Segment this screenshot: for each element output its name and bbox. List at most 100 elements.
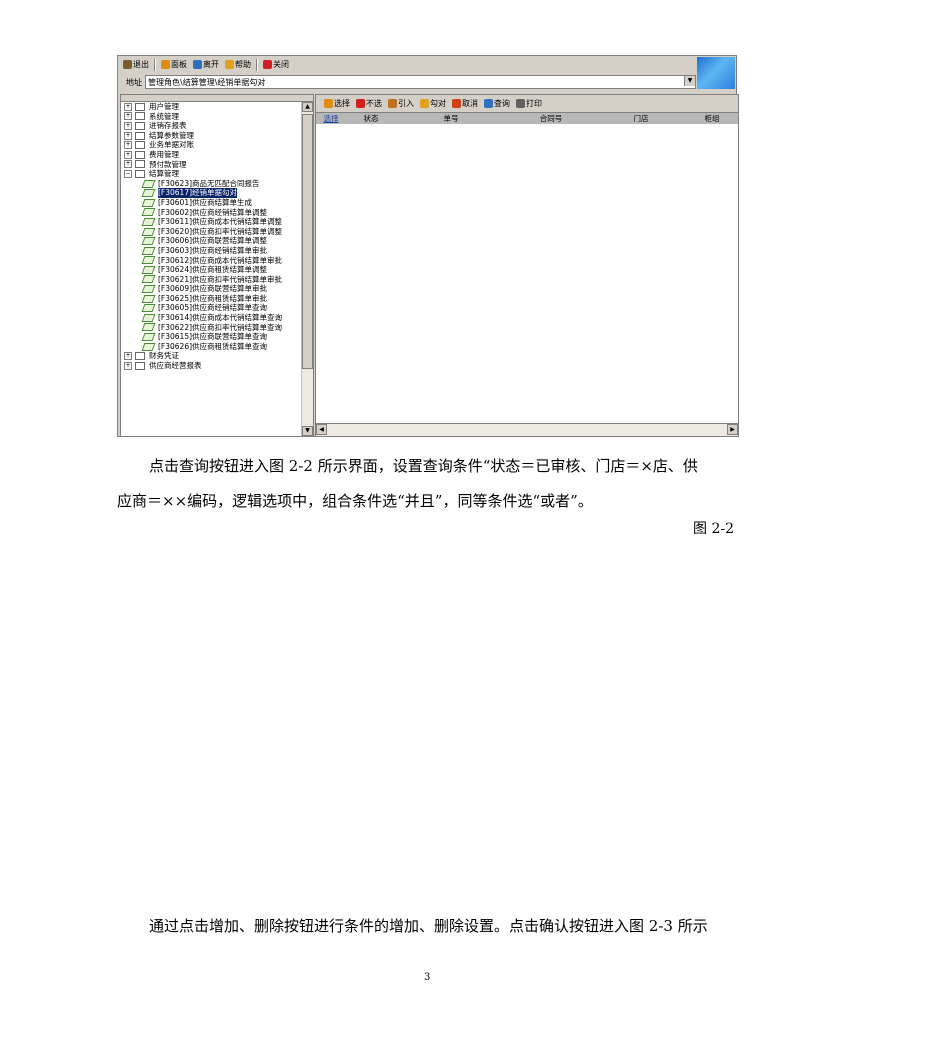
tree-group-label: 系统管理 bbox=[149, 111, 179, 121]
tree-group[interactable]: + 系统管理 bbox=[121, 112, 302, 122]
tree-leaf[interactable]: [F30606]供应商联营结算单调整 bbox=[121, 236, 302, 246]
cancel-icon bbox=[452, 99, 461, 108]
tree-group[interactable]: + 业务单据对账 bbox=[121, 140, 302, 150]
tree-leaf[interactable]: [F30623]商品无匹配合同报告 bbox=[121, 179, 302, 189]
tree-leaf[interactable]: [F30624]供应商租赁结算单调整 bbox=[121, 265, 302, 275]
column-header[interactable]: 门店 bbox=[596, 113, 686, 124]
tree-leaf[interactable]: [F30626]供应商租赁结算单查询 bbox=[121, 342, 302, 352]
grid-toolbar-button-4[interactable]: 取消 bbox=[450, 97, 480, 111]
tree-group[interactable]: + 预付款管理 bbox=[121, 160, 302, 170]
grid-toolbar-button-0[interactable]: 选择 bbox=[322, 97, 352, 111]
tree-group[interactable]: + 结算参数管理 bbox=[121, 131, 302, 141]
toolbar-separator bbox=[154, 58, 156, 71]
tree-header bbox=[121, 95, 313, 102]
scroll-right-icon[interactable]: ▶ bbox=[727, 424, 738, 435]
tree-group-label: 用户管理 bbox=[149, 102, 179, 111]
expand-icon[interactable]: + bbox=[124, 121, 132, 130]
grid-toolbar-button-5[interactable]: 查询 bbox=[482, 97, 512, 111]
report-icon bbox=[141, 323, 156, 332]
tree-group[interactable]: + 供应商经营报表 bbox=[121, 361, 302, 371]
expand-icon[interactable]: + bbox=[124, 102, 132, 111]
grid-toolbar-button-label: 引入 bbox=[398, 99, 414, 108]
tree-group[interactable]: − 结算管理 bbox=[121, 169, 302, 179]
tree-group-label: 费用管理 bbox=[149, 149, 179, 159]
grid-toolbar-button-label: 取消 bbox=[462, 99, 478, 108]
scroll-down-icon[interactable]: ▼ bbox=[302, 426, 313, 436]
tree-leaf[interactable]: [F30622]供应商扣率代销结算单查询 bbox=[121, 323, 302, 333]
toolbar-button-0[interactable]: 退出 bbox=[121, 58, 151, 72]
tree-leaf[interactable]: [F30621]供应商扣率代销结算单审批 bbox=[121, 275, 302, 285]
tree-leaf[interactable]: [F30615]供应商联营结算单查询 bbox=[121, 332, 302, 342]
toolbar-button-2[interactable]: 离开 bbox=[191, 58, 221, 72]
scroll-left-icon[interactable]: ◀ bbox=[316, 424, 327, 435]
chevron-down-icon[interactable]: ▼ bbox=[684, 76, 695, 86]
tree-group[interactable]: + 用户管理 bbox=[121, 102, 302, 112]
address-input[interactable]: 管理角色\结算管理\经销单据勾对 ▼ bbox=[145, 75, 696, 89]
tree-leaf-label: [F30624]供应商租赁结算单调整 bbox=[158, 265, 268, 275]
toolbar-button-label: 帮助 bbox=[235, 60, 251, 69]
tree-leaf-content: [F30617]经销单据勾对 bbox=[141, 188, 238, 198]
app-logo bbox=[697, 57, 735, 89]
column-header[interactable]: 单号 bbox=[396, 113, 506, 124]
grid-toolbar-button-6[interactable]: 打印 bbox=[514, 97, 544, 111]
expand-icon[interactable]: + bbox=[124, 150, 132, 159]
tree-leaf[interactable]: [F30603]供应商经销结算单审批 bbox=[121, 246, 302, 256]
grid-toolbar-button-3[interactable]: 勾对 bbox=[418, 97, 448, 111]
tree-leaf-content: [F30620]供应商扣率代销结算单调整 bbox=[141, 226, 283, 237]
tree-leaf[interactable]: [F30617]经销单据勾对 bbox=[121, 188, 302, 198]
close-icon bbox=[263, 60, 272, 69]
tree-leaf[interactable]: [F30605]供应商经销结算单查询 bbox=[121, 303, 302, 313]
tree-leaf[interactable]: [F30601]供应商结算单生成 bbox=[121, 198, 302, 208]
column-header[interactable]: 柜组 bbox=[686, 113, 738, 124]
collapse-icon[interactable]: − bbox=[124, 169, 132, 178]
tree-group[interactable]: + 费用管理 bbox=[121, 150, 302, 160]
tree-leaf-label: [F30614]供应商成本代销结算单查询 bbox=[158, 313, 283, 323]
grid-toolbar-button-1[interactable]: 不选 bbox=[354, 97, 384, 111]
tree-leaf-content: [F30621]供应商扣率代销结算单审批 bbox=[141, 275, 282, 285]
expand-icon[interactable]: + bbox=[124, 352, 132, 361]
check-icon bbox=[420, 99, 429, 108]
tree-leaf-label: [F30612]供应商成本代销结算单审批 bbox=[158, 255, 283, 265]
scroll-thumb[interactable] bbox=[302, 114, 313, 369]
tree-leaf[interactable]: [F30620]供应商扣率代销结算单调整 bbox=[121, 227, 302, 237]
report-icon bbox=[141, 265, 156, 274]
folder-icon bbox=[135, 150, 145, 159]
folder-icon bbox=[135, 141, 145, 150]
scroll-up-icon[interactable]: ▲ bbox=[302, 102, 313, 112]
expand-icon[interactable]: + bbox=[124, 112, 132, 121]
expand-icon[interactable]: + bbox=[124, 141, 132, 150]
tree-leaf-label: [F30620]供应商扣率代销结算单调整 bbox=[158, 226, 283, 236]
grid-hscrollbar[interactable]: ◀ ▶ bbox=[316, 423, 738, 436]
report-icon bbox=[141, 342, 156, 351]
tree-leaf[interactable]: [F30614]供应商成本代销结算单查询 bbox=[121, 313, 302, 323]
tree-leaf[interactable]: [F30611]供应商成本代销结算单调整 bbox=[121, 217, 302, 227]
address-label: 地址 bbox=[126, 77, 142, 87]
toolbar-button-4[interactable]: 关闭 bbox=[261, 58, 291, 72]
column-header[interactable]: 合同号 bbox=[506, 113, 596, 124]
paragraph-2: 通过点击增加、删除按钮进行条件的增加、删除设置。点击确认按钮进入图 2-3 所示 bbox=[149, 917, 708, 935]
toolbar-button-1[interactable]: 面板 bbox=[159, 58, 189, 72]
grid-toolbar-button-label: 查询 bbox=[494, 99, 510, 108]
tree-leaf[interactable]: [F30602]供应商经销结算单调整 bbox=[121, 208, 302, 218]
tree-scrollbar[interactable]: ▲ ▼ bbox=[301, 102, 313, 436]
tree-leaf-content: [F30622]供应商扣率代销结算单查询 bbox=[141, 323, 282, 333]
tree-leaf-label: [F30626]供应商租赁结算单查询 bbox=[158, 341, 268, 351]
column-header[interactable]: 状态 bbox=[346, 113, 396, 124]
tree-group-label: 供应商经营报表 bbox=[149, 361, 202, 371]
expand-icon[interactable]: + bbox=[124, 160, 132, 169]
expand-icon[interactable]: + bbox=[124, 131, 132, 140]
expand-icon[interactable]: + bbox=[124, 361, 132, 370]
tree-leaf-content: [F30615]供应商联营结算单查询 bbox=[141, 332, 268, 342]
tree-group[interactable]: + 财务凭证 bbox=[121, 351, 302, 361]
report-icon bbox=[141, 285, 156, 294]
tree-group[interactable]: + 进销存报表 bbox=[121, 121, 302, 131]
tree-leaf[interactable]: [F30612]供应商成本代销结算单审批 bbox=[121, 256, 302, 266]
grid-toolbar-button-label: 打印 bbox=[526, 99, 542, 108]
toolbar-button-3[interactable]: 帮助 bbox=[223, 58, 253, 72]
column-header[interactable]: 选择 bbox=[316, 113, 346, 124]
grid-toolbar-button-2[interactable]: 引入 bbox=[386, 97, 416, 111]
report-icon bbox=[141, 217, 156, 226]
figure-caption: 图 2-2 bbox=[693, 521, 734, 537]
tree-leaf[interactable]: [F30609]供应商联营结算单审批 bbox=[121, 284, 302, 294]
tree-leaf-label: [F30615]供应商联营结算单查询 bbox=[158, 332, 268, 342]
